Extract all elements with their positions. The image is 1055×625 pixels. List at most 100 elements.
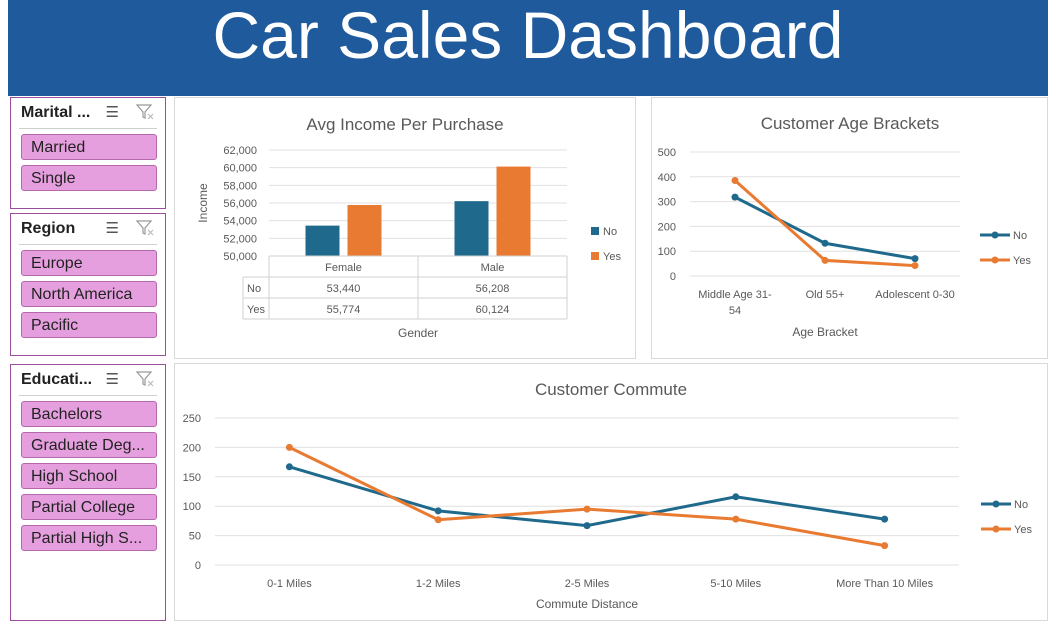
x-axis-label: Commute Distance: [536, 597, 638, 611]
clear-filter-icon[interactable]: [135, 219, 155, 242]
slicer-item-pacific[interactable]: Pacific: [21, 312, 157, 338]
y-tick-label: 0: [195, 560, 201, 572]
bar-no-male: [454, 201, 489, 256]
y-tick-label: 200: [658, 221, 676, 233]
table-row-label: Yes: [247, 304, 265, 316]
x-tick-label: Male: [481, 262, 505, 274]
x-tick-label: 5-10 Miles: [710, 578, 761, 590]
point-yes: [434, 516, 442, 524]
y-tick-label: 0: [670, 271, 676, 283]
data-label: 60,124: [476, 304, 510, 316]
slicer-header: Marital ... ☰: [19, 98, 157, 129]
slicer-item-north-america[interactable]: North America: [21, 281, 157, 307]
slicer-header: Region ☰: [19, 214, 157, 245]
point-yes: [821, 256, 829, 264]
point-yes: [285, 443, 293, 451]
point-no: [821, 239, 829, 247]
slicer-item-married[interactable]: Married: [21, 134, 157, 160]
x-tick-label: Old 55+: [806, 289, 845, 301]
clear-filter-icon[interactable]: [135, 103, 155, 126]
clear-filter-icon[interactable]: [135, 370, 155, 393]
point-yes: [881, 542, 889, 550]
point-yes: [583, 505, 591, 513]
point-no: [881, 515, 889, 523]
y-tick-label: 52,000: [223, 233, 257, 245]
y-axis-label: Income: [196, 183, 210, 223]
x-tick-label: 1-2 Miles: [416, 578, 461, 590]
age-chart-panel[interactable]: Customer Age Brackets 0 100 200 300 400 500 Mid…: [651, 97, 1048, 359]
x-tick-label: Female: [325, 262, 362, 274]
point-no: [911, 255, 919, 263]
point-yes: [911, 262, 919, 270]
slicer-title: Region: [21, 220, 76, 237]
slicer-title: Marital ...: [21, 104, 91, 121]
commute-chart-panel[interactable]: Customer Commute 0 50 100 150 200 250 0-1 Miles…: [174, 363, 1048, 621]
table-row-label: No: [247, 283, 261, 295]
point-no: [731, 193, 739, 201]
y-tick-label: 200: [183, 442, 201, 454]
point-no: [583, 522, 591, 530]
point-no: [434, 507, 442, 515]
slicer-item-europe[interactable]: Europe: [21, 250, 157, 276]
y-tick-label: 300: [658, 197, 676, 209]
y-tick-label: 58,000: [223, 180, 257, 192]
point-no: [285, 463, 293, 471]
point-yes: [731, 177, 739, 185]
y-tick-label: 60,000: [223, 163, 257, 175]
multi-select-icon[interactable]: ☰: [106, 103, 119, 121]
y-tick-label: 50: [189, 531, 201, 543]
multi-select-icon[interactable]: ☰: [106, 370, 119, 388]
chart-title: Avg Income Per Purchase: [306, 115, 503, 134]
y-tick-label: 150: [183, 472, 201, 484]
legend-label: No: [1014, 499, 1028, 511]
legend-marker-no: [992, 500, 1000, 508]
legend-label: No: [1013, 230, 1027, 242]
x-tick-label: 0-1 Miles: [267, 578, 312, 590]
legend-swatch-yes: [591, 252, 599, 260]
y-tick-label: 100: [658, 246, 676, 258]
x-tick-label: Middle Age 31-: [698, 289, 772, 301]
dashboard-title: Car Sales Dashboard: [212, 0, 844, 72]
legend-label: Yes: [1014, 524, 1032, 536]
slicer-item-partial-high-school[interactable]: Partial High S...: [21, 525, 157, 551]
x-tick-label: Adolescent 0-30: [875, 289, 955, 301]
legend-marker-yes: [992, 525, 1000, 533]
dashboard-header: Car Sales Dashboard: [8, 0, 1048, 96]
age-line-chart: Customer Age Brackets 0 100 200 300 400 500 Mid…: [658, 114, 1032, 339]
education-slicer: Educati... ☰ Bachelors Graduate Deg... H…: [10, 364, 166, 621]
legend-marker-yes: [991, 256, 999, 264]
marital-status-slicer: Marital ... ☰ Married Single: [10, 97, 166, 209]
multi-select-icon[interactable]: ☰: [106, 219, 119, 237]
y-tick-label: 100: [183, 501, 201, 513]
income-chart-panel[interactable]: Avg Income Per Purchase 50,000 52,000 54,00…: [174, 97, 636, 359]
legend-label: No: [603, 226, 617, 238]
y-tick-label: 250: [183, 413, 201, 425]
slicer-item-bachelors[interactable]: Bachelors: [21, 401, 157, 427]
legend-marker-no: [991, 231, 999, 239]
data-label: 55,774: [327, 304, 361, 316]
y-tick-label: 400: [658, 172, 676, 184]
x-tick-label: 2-5 Miles: [565, 578, 610, 590]
chart-title: Customer Commute: [535, 380, 687, 399]
commute-line-chart: Customer Commute 0 50 100 150 200 250 0-1 Miles…: [183, 380, 1033, 611]
slicer-item-single[interactable]: Single: [21, 165, 157, 191]
x-axis-label: Age Bracket: [792, 325, 858, 339]
bar-yes-female: [347, 204, 382, 256]
x-tick-label: More Than 10 Miles: [836, 578, 934, 590]
series-line-no: [288, 465, 885, 528]
slicer-item-graduate-degree[interactable]: Graduate Deg...: [21, 432, 157, 458]
x-axis-label: Gender: [398, 326, 438, 340]
bar-no-female: [305, 225, 340, 256]
chart-title: Customer Age Brackets: [761, 114, 940, 133]
slicer-item-high-school[interactable]: High School: [21, 463, 157, 489]
x-tick-label: 54: [729, 305, 741, 317]
y-tick-label: 50,000: [223, 251, 257, 263]
point-no: [732, 493, 740, 501]
data-label: 53,440: [327, 283, 361, 295]
data-label: 56,208: [476, 283, 510, 295]
series-line-yes: [288, 446, 885, 548]
income-bar-chart: Avg Income Per Purchase 50,000 52,000 54,00…: [196, 115, 621, 340]
legend-label: Yes: [1013, 255, 1031, 267]
y-tick-label: 56,000: [223, 198, 257, 210]
slicer-item-partial-college[interactable]: Partial College: [21, 494, 157, 520]
